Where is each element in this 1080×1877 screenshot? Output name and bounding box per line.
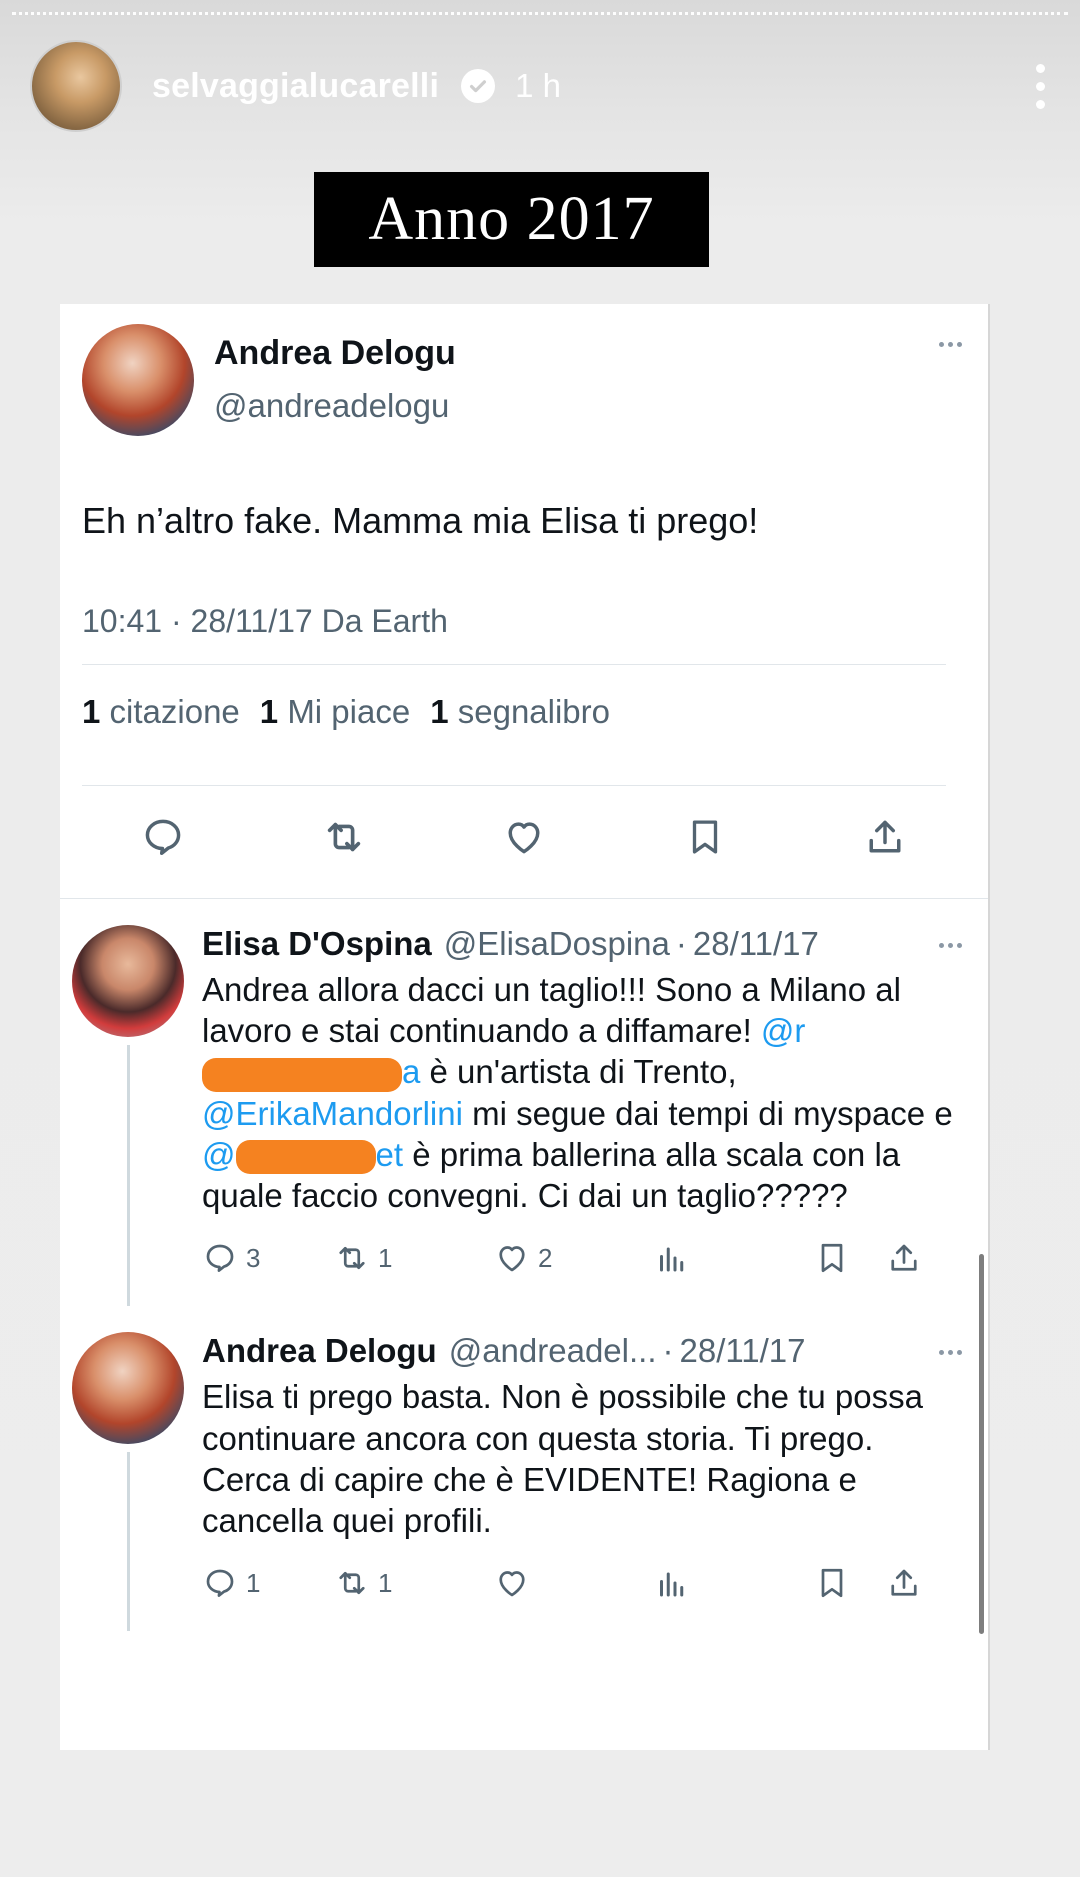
avatar[interactable] xyxy=(72,1332,184,1445)
reply-actions: 1 1 xyxy=(202,1565,964,1631)
reply-author-name[interactable]: Elisa D'Ospina xyxy=(202,925,432,963)
retweet-icon xyxy=(339,1572,365,1595)
bookmark-icon[interactable] xyxy=(814,1240,886,1276)
like-icon xyxy=(499,1246,525,1272)
story-avatar[interactable] xyxy=(30,40,122,132)
views-icon[interactable] xyxy=(654,1240,814,1276)
reply-author-handle[interactable]: @andreadel... xyxy=(449,1332,657,1370)
tweet-text: Eh n’altro fake. Mamma mia Elisa ti preg… xyxy=(82,500,759,541)
reply-text: Andrea allora dacci un taglio!!! Sono a … xyxy=(202,970,953,1215)
quotes-stat[interactable]: 1 citazione xyxy=(82,693,240,731)
thread-line xyxy=(126,1452,130,1632)
title-sticker: Anno 2017 xyxy=(314,172,709,267)
reply-date[interactable]: 28/11/17 xyxy=(693,925,819,963)
story-progress-bar xyxy=(12,12,1068,16)
reply-icon xyxy=(206,1569,234,1598)
retweet-count[interactable]: 1 xyxy=(334,1240,494,1276)
bookmarks-stat[interactable]: 1 segnalibro xyxy=(430,693,610,731)
retweet-icon[interactable] xyxy=(321,814,367,860)
more-icon[interactable] xyxy=(939,342,962,347)
bookmark-icon[interactable] xyxy=(682,814,728,860)
like-icon xyxy=(499,1571,525,1597)
redaction-mark xyxy=(202,1057,402,1092)
tweet-meta: 10:41 · 28/11/17 Da Earth xyxy=(82,602,448,639)
avatar[interactable] xyxy=(72,924,184,1037)
like-count[interactable]: 2 xyxy=(494,1240,654,1276)
reply-icon[interactable] xyxy=(140,814,186,860)
reply-text: Elisa ti prego basta. Non è possibile ch… xyxy=(202,1378,923,1540)
mention-link[interactable]: @ErikaMandorlini xyxy=(202,1095,463,1132)
more-options-icon[interactable] xyxy=(1030,63,1050,109)
story-username[interactable]: selvaggialucarelli xyxy=(152,67,439,106)
verified-badge-icon xyxy=(461,69,496,103)
scrollbar[interactable] xyxy=(979,1254,984,1634)
share-icon[interactable] xyxy=(886,1240,922,1276)
reply-count[interactable]: 3 xyxy=(202,1240,334,1276)
story-header: selvaggialucarelli 1 h xyxy=(30,38,1050,134)
more-icon[interactable] xyxy=(939,942,962,948)
mention-link[interactable]: @ et xyxy=(202,1136,403,1175)
thread-line xyxy=(126,1044,130,1307)
main-tweet: Andrea Delogu @andreadelogu Eh n’altro f… xyxy=(60,304,988,898)
author-name[interactable]: Andrea Delogu xyxy=(214,334,456,373)
like-count[interactable] xyxy=(494,1565,654,1601)
retweet-count[interactable]: 1 xyxy=(334,1565,494,1601)
redaction-mark xyxy=(235,1140,376,1175)
reply-actions: 3 1 2 xyxy=(202,1240,964,1306)
reply-author-handle[interactable]: @ElisaDospina xyxy=(444,925,670,963)
bookmark-icon[interactable] xyxy=(814,1565,886,1601)
reply-count[interactable]: 1 xyxy=(202,1565,334,1601)
avatar[interactable] xyxy=(82,324,194,436)
reply-tweet[interactable]: Elisa D'Ospina @ElisaDospina · 28/11/17 … xyxy=(60,899,988,1307)
reply-date[interactable]: 28/11/17 xyxy=(680,1332,806,1370)
more-icon[interactable] xyxy=(939,1350,962,1356)
share-icon[interactable] xyxy=(862,814,908,860)
tweet-stats: 1 citazione 1 Mi piace 1 segnalibro xyxy=(82,665,968,761)
story-time: 1 h xyxy=(515,67,561,104)
reply-author-name[interactable]: Andrea Delogu xyxy=(202,1332,437,1370)
retweet-icon xyxy=(339,1247,365,1270)
views-icon[interactable] xyxy=(654,1565,814,1601)
tweet-screenshot: Andrea Delogu @andreadelogu Eh n’altro f… xyxy=(60,304,990,1750)
author-handle[interactable]: @andreadelogu xyxy=(214,387,456,425)
reply-tweet[interactable]: Andrea Delogu @andreadel... · 28/11/17 E… xyxy=(60,1306,988,1632)
likes-stat[interactable]: 1 Mi piace xyxy=(260,693,410,731)
tweet-actions xyxy=(82,786,968,898)
like-icon[interactable] xyxy=(501,814,547,860)
reply-icon xyxy=(206,1244,234,1273)
share-icon[interactable] xyxy=(886,1565,922,1601)
